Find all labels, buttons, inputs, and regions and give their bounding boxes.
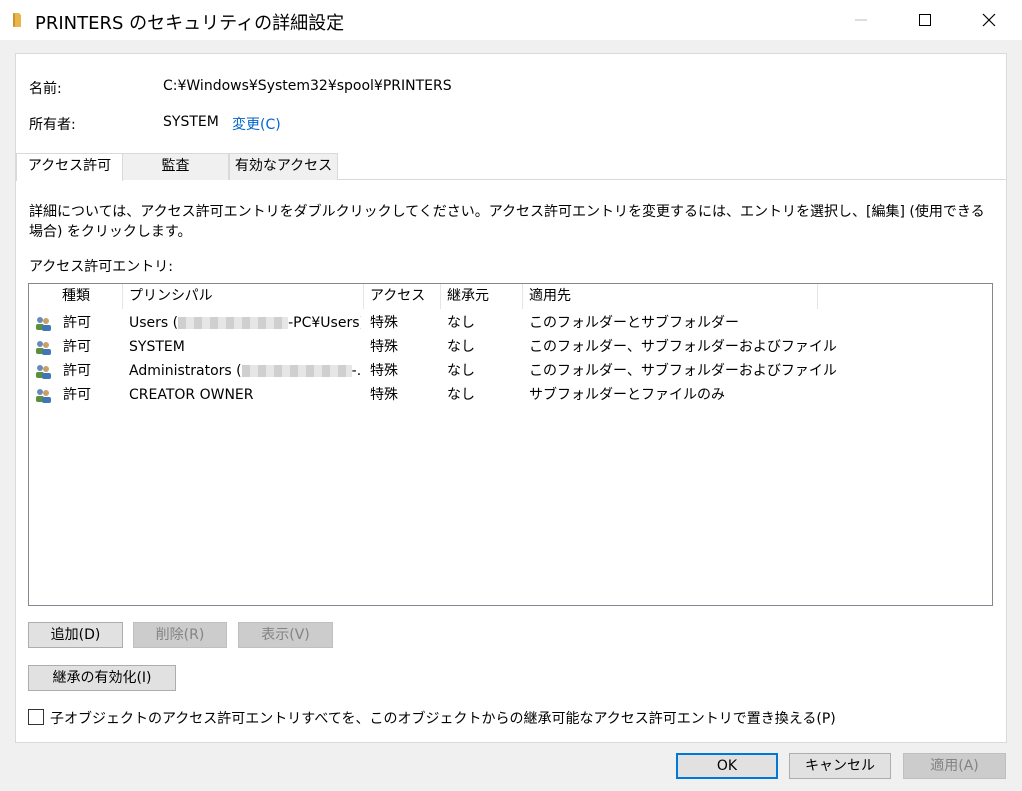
owner-label: 所有者: bbox=[29, 117, 76, 133]
close-icon bbox=[982, 13, 996, 27]
enable-inheritance-button[interactable]: 継承の有効化(I) bbox=[28, 665, 176, 691]
users-group-icon bbox=[36, 317, 51, 331]
minimize-button[interactable] bbox=[838, 0, 884, 40]
row-type: 許可 bbox=[63, 387, 91, 403]
users-group-icon bbox=[36, 365, 51, 379]
table-row[interactable]: 許可 SYSTEM 特殊 なし このフォルダー、サブフォルダーおよびファイル bbox=[29, 335, 992, 359]
column-header-principal[interactable]: プリンシパル bbox=[123, 284, 364, 309]
list-header: 種類 プリンシパル アクセス 継承元 適用先 bbox=[29, 284, 992, 309]
row-inherited-from: なし bbox=[447, 339, 475, 355]
principal-suffix: -PC¥Users) bbox=[288, 315, 361, 331]
tab-effective-access[interactable]: 有効なアクセス bbox=[229, 153, 338, 180]
replace-child-permissions-checkbox[interactable] bbox=[28, 709, 44, 725]
view-button[interactable]: 表示(V) bbox=[238, 622, 333, 648]
title-bar: PRINTERS のセキュリティの詳細設定 bbox=[0, 0, 1022, 40]
remove-button[interactable]: 削除(R) bbox=[133, 622, 227, 648]
row-inherited-from: なし bbox=[447, 387, 475, 403]
row-applies-to: このフォルダー、サブフォルダーおよびファイル bbox=[529, 339, 837, 355]
user-icon bbox=[36, 341, 51, 355]
owner-value: SYSTEM bbox=[163, 114, 219, 130]
row-type: 許可 bbox=[63, 339, 91, 355]
row-access: 特殊 bbox=[370, 387, 398, 403]
column-header-type[interactable]: 種類 bbox=[56, 284, 123, 309]
row-access: 特殊 bbox=[370, 315, 398, 331]
row-principal: Administrators ( -... bbox=[129, 359, 361, 383]
row-applies-to: サブフォルダーとファイルのみ bbox=[529, 387, 725, 403]
redacted-block bbox=[241, 365, 352, 377]
table-row[interactable]: 許可 CREATOR OWNER 特殊 なし サブフォルダーとファイルのみ bbox=[29, 383, 992, 407]
row-access: 特殊 bbox=[370, 339, 398, 355]
row-type: 許可 bbox=[63, 363, 91, 379]
row-inherited-from: なし bbox=[447, 315, 475, 331]
dialog-panel: 名前: C:¥Windows¥System32¥spool¥PRINTERS 所… bbox=[15, 53, 1007, 743]
tab-auditing[interactable]: 監査 bbox=[122, 153, 229, 180]
row-type: 許可 bbox=[63, 315, 91, 331]
close-button[interactable] bbox=[966, 0, 1012, 40]
tab-permissions[interactable]: アクセス許可 bbox=[16, 153, 123, 181]
row-principal: SYSTEM bbox=[129, 339, 185, 355]
add-button[interactable]: 追加(D) bbox=[28, 622, 123, 648]
name-value: C:¥Windows¥System32¥spool¥PRINTERS bbox=[163, 78, 452, 94]
principal-suffix: -... bbox=[351, 363, 361, 379]
row-principal: CREATOR OWNER bbox=[129, 387, 254, 403]
minimize-icon bbox=[855, 19, 867, 21]
row-applies-to: このフォルダーとサブフォルダー bbox=[529, 315, 739, 331]
description-text: 詳細については、アクセス許可エントリをダブルクリックしてください。アクセス許可エ… bbox=[29, 204, 985, 240]
row-applies-to: このフォルダー、サブフォルダーおよびファイル bbox=[529, 363, 837, 379]
name-label: 名前: bbox=[29, 81, 62, 97]
replace-child-permissions-label: 子オブジェクトのアクセス許可エントリすべてを、このオブジェクトからの継承可能なア… bbox=[50, 711, 836, 727]
table-row[interactable]: 許可 Administrators ( -... 特殊 なし このフォルダー、サブ… bbox=[29, 359, 992, 383]
cancel-button[interactable]: キャンセル bbox=[789, 753, 891, 779]
ok-button[interactable]: OK bbox=[676, 753, 778, 779]
maximize-button[interactable] bbox=[902, 0, 948, 40]
table-row[interactable]: 許可 Users ( -PC¥Users) 特殊 なし このフォルダーとサブフォル… bbox=[29, 311, 992, 335]
row-inherited-from: なし bbox=[447, 363, 475, 379]
folder-icon bbox=[13, 13, 21, 27]
row-principal: Users ( -PC¥Users) bbox=[129, 311, 361, 335]
change-owner-link[interactable]: 変更(C) bbox=[232, 114, 281, 134]
column-header-inherited-from[interactable]: 継承元 bbox=[441, 284, 523, 309]
row-access: 特殊 bbox=[370, 363, 398, 379]
principal-text: Users ( bbox=[129, 315, 179, 331]
principal-text: Administrators ( bbox=[129, 363, 242, 379]
column-header-access[interactable]: アクセス bbox=[364, 284, 441, 309]
column-header-applies-to[interactable]: 適用先 bbox=[523, 284, 818, 309]
permission-entries-label: アクセス許可エントリ: bbox=[29, 259, 174, 275]
window-title: PRINTERS のセキュリティの詳細設定 bbox=[35, 13, 345, 34]
tab-strip: アクセス許可 監査 有効なアクセス bbox=[16, 153, 1006, 181]
apply-button[interactable]: 適用(A) bbox=[903, 753, 1006, 779]
permission-entries-list[interactable]: 種類 プリンシパル アクセス 継承元 適用先 許可 Users ( -PC¥Use… bbox=[28, 283, 993, 606]
redacted-block bbox=[178, 317, 289, 329]
users-group-icon bbox=[36, 389, 51, 403]
maximize-icon bbox=[919, 14, 931, 26]
